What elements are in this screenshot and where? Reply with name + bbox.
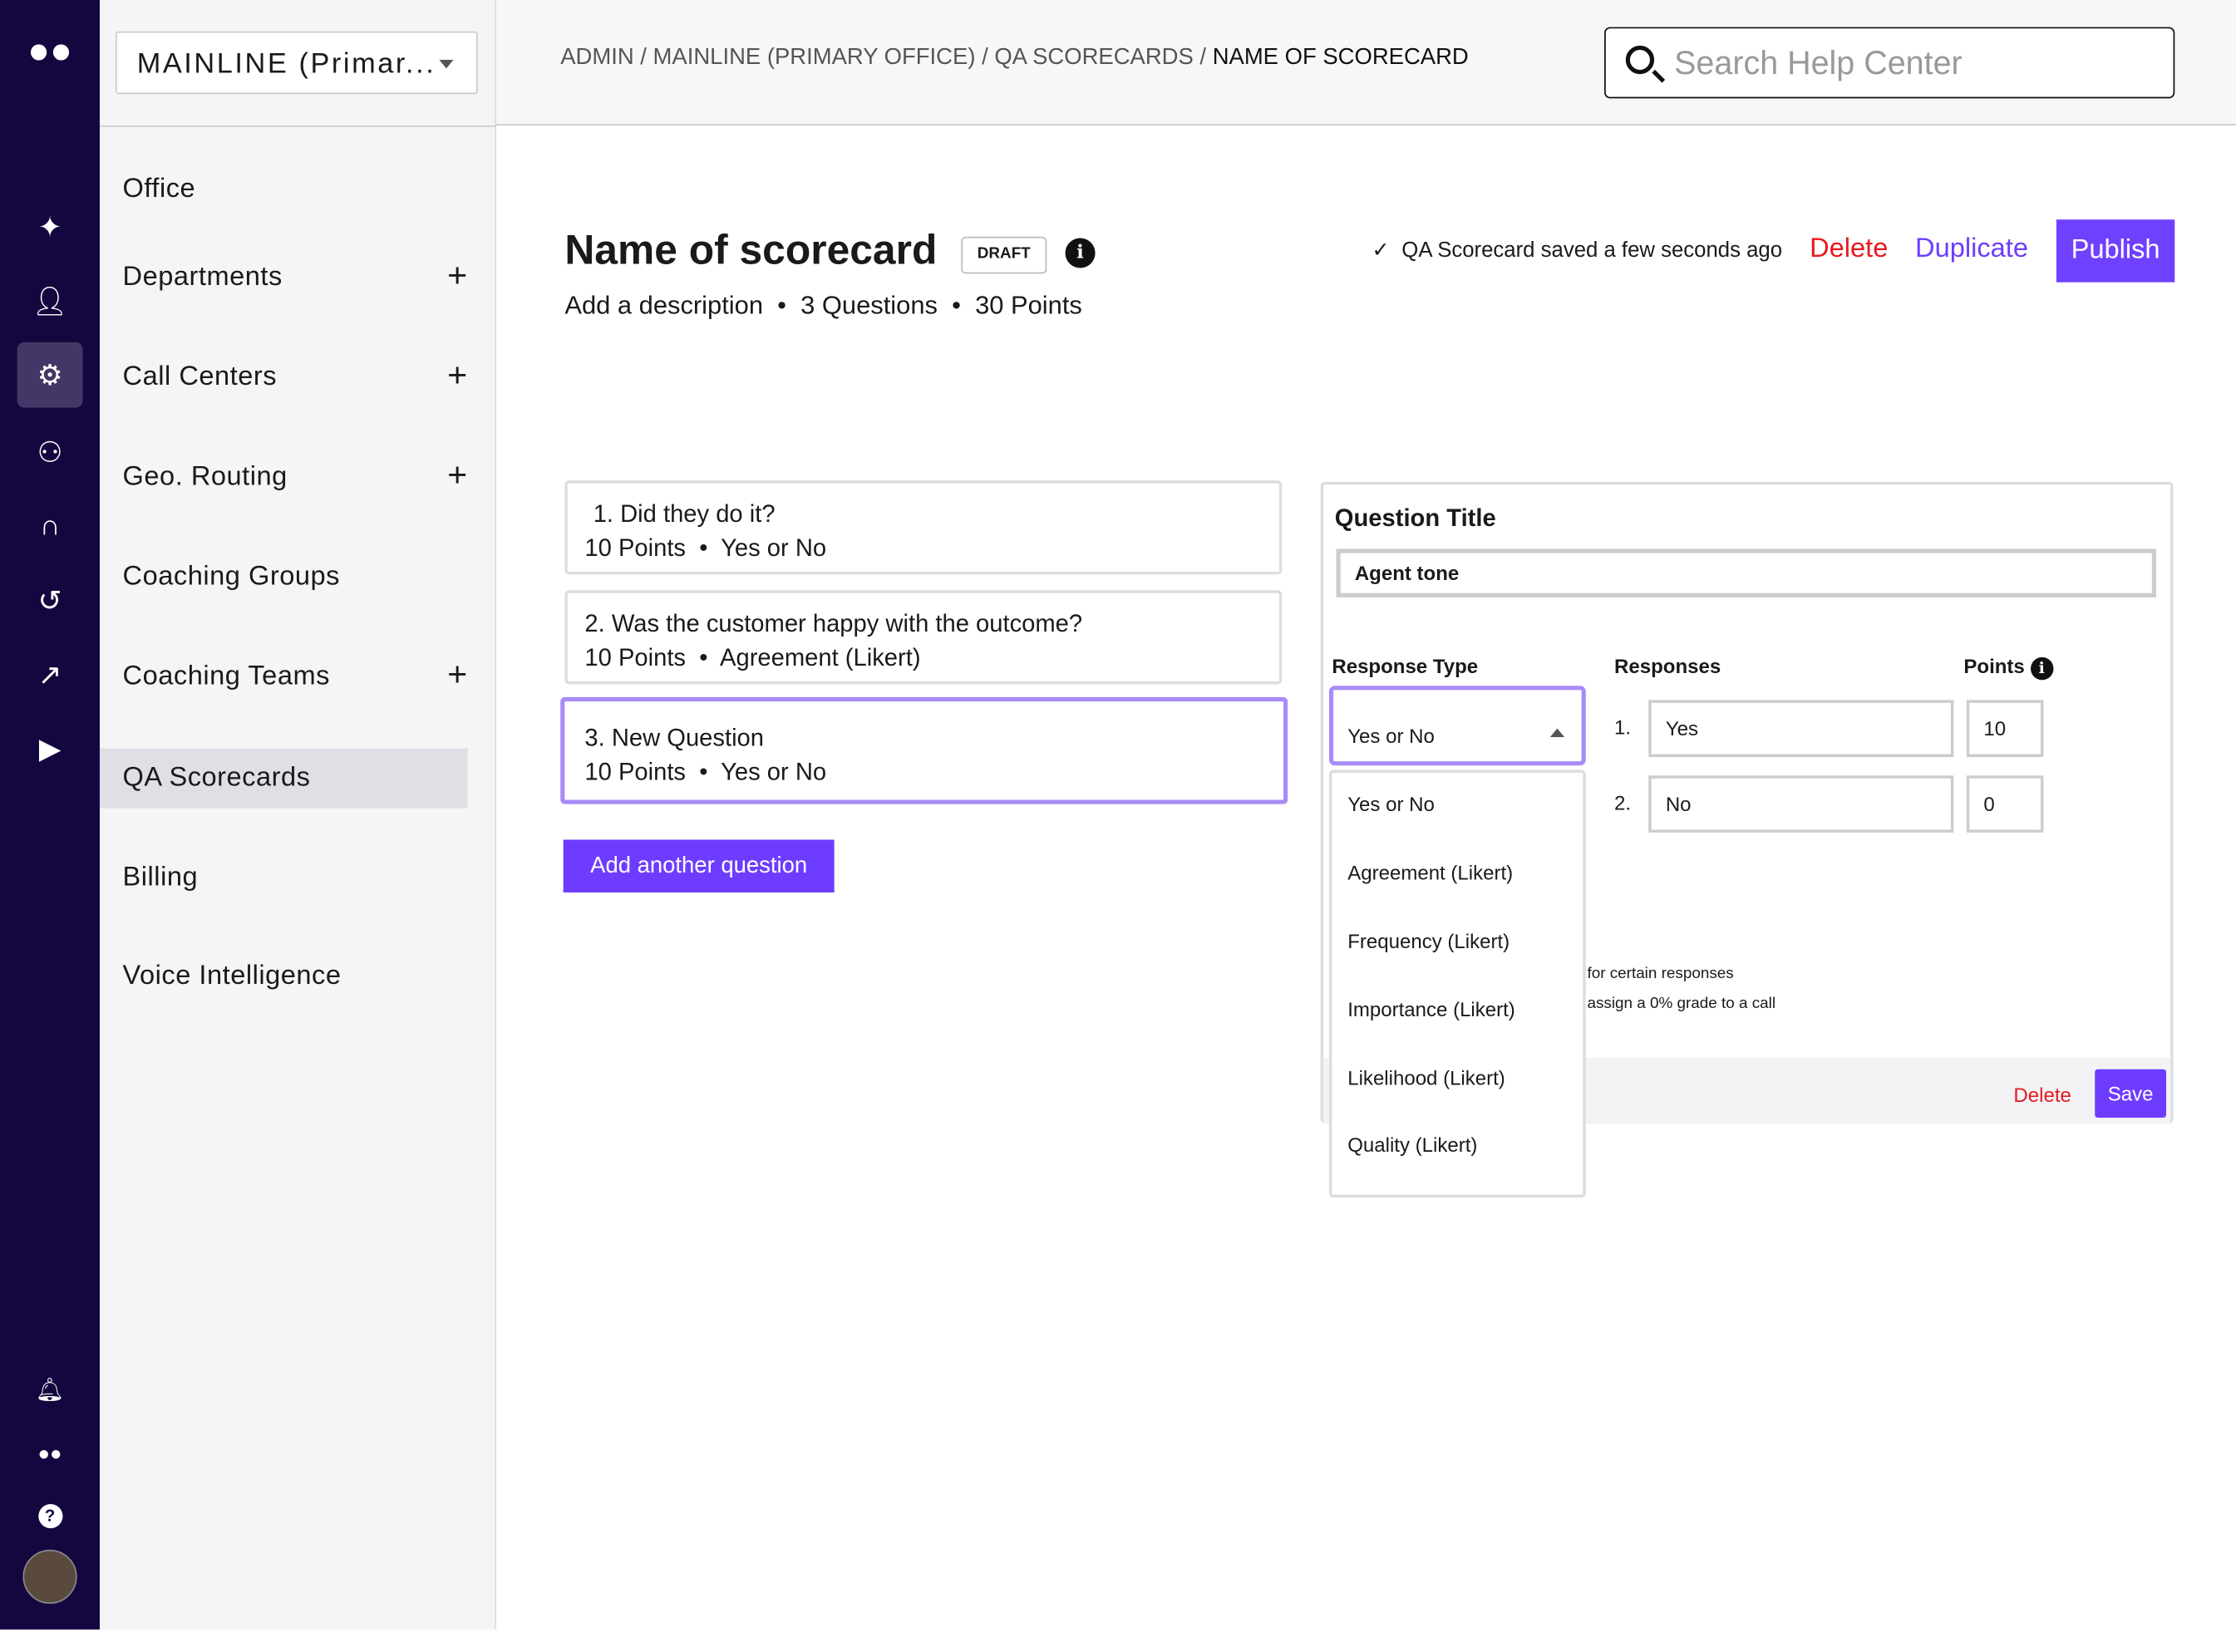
question-card[interactable]: 1. Did they do it?10 Points • Yes or No xyxy=(564,480,1282,574)
nav-label: Coaching Teams xyxy=(123,661,330,691)
nav-item-departments[interactable]: Departments + xyxy=(100,248,468,308)
nav-label: Voice Intelligence xyxy=(123,961,342,991)
breadcrumb-current: NAME OF SCORECARD xyxy=(1213,46,1469,70)
delete-question-button[interactable]: Delete xyxy=(2013,1084,2071,1106)
points-total: 30 Points xyxy=(975,291,1082,319)
save-button[interactable]: Save xyxy=(2095,1069,2166,1118)
info-icon[interactable]: i xyxy=(2030,657,2052,680)
nav-item-coaching-groups[interactable]: Coaching Groups xyxy=(100,548,468,607)
question-title: 1. Did they do it? xyxy=(584,498,1262,532)
history-icon[interactable]: ↺ xyxy=(17,568,83,633)
nav-label: Geo. Routing xyxy=(123,462,288,492)
avatar[interactable] xyxy=(17,1544,83,1610)
nav-item-billing[interactable]: Billing xyxy=(100,848,468,908)
logo-small-icon[interactable]: ●● xyxy=(17,1420,83,1486)
bell-icon[interactable]: 🔔︎ xyxy=(17,1357,83,1423)
breadcrumb-path[interactable]: ADMIN / MAINLINE (PRIMARY OFFICE) / QA S… xyxy=(560,46,1212,70)
responses-label: Responses xyxy=(1614,654,1721,676)
response-type-dropdown: Yes or No Agreement (Likert) Frequency (… xyxy=(1329,769,1586,1197)
hint-text: assign a 0% grade to a call xyxy=(1587,995,1776,1012)
nav-item-voice-intelligence[interactable]: Voice Intelligence xyxy=(100,946,468,1006)
icon-rail: ●● ✦ 👤︎ ⚙ ⚇ ∩ ↺ ↗ ▶ 🔔︎ ●● ? xyxy=(0,0,100,1630)
question-card-selected[interactable]: 3. New Question10 Points • Yes or No xyxy=(560,697,1288,804)
response-input[interactable]: Yes xyxy=(1648,700,1953,757)
sparkle-icon[interactable]: ✦ xyxy=(17,194,83,259)
chevron-down-icon xyxy=(439,60,453,76)
description-link[interactable]: Add a description xyxy=(564,291,763,319)
question-count: 3 Questions xyxy=(800,291,938,319)
save-status: ✓ QA Scorecard saved a few seconds ago xyxy=(1372,237,1782,263)
response-type-select[interactable]: Yes or No xyxy=(1329,686,1586,765)
scorecard-summary: Add a description • 3 Questions • 30 Poi… xyxy=(564,291,1081,321)
help-icon[interactable]: ? xyxy=(17,1482,83,1548)
nav-label: Coaching Groups xyxy=(123,562,340,592)
save-status-text: QA Scorecard saved a few seconds ago xyxy=(1401,238,1782,263)
plus-icon[interactable]: + xyxy=(447,456,468,496)
dropdown-option[interactable]: Importance (Likert) xyxy=(1347,998,1515,1020)
nav-label: Call Centers xyxy=(123,362,278,392)
points-input[interactable]: 0 xyxy=(1967,775,2044,833)
nav-item-office[interactable]: Office xyxy=(100,160,468,219)
top-header: ADMIN / MAINLINE (PRIMARY OFFICE) / QA S… xyxy=(496,0,2236,125)
search-placeholder: Search Help Center xyxy=(1674,44,1963,81)
team-icon[interactable]: ⚇ xyxy=(17,419,83,484)
location-select[interactable]: MAINLINE (Primar... xyxy=(116,32,478,94)
question-meta: 10 Points • Yes or No xyxy=(584,532,1262,566)
points-label: Points i xyxy=(1963,654,2053,680)
check-icon: ✓ xyxy=(1372,238,1390,263)
response-number: 1. xyxy=(1614,715,1631,738)
plus-icon[interactable]: + xyxy=(447,656,468,696)
response-type-label: Response Type xyxy=(1332,654,1478,676)
delete-scorecard-button[interactable]: Delete xyxy=(1810,234,1888,265)
publish-button[interactable]: Publish xyxy=(2056,219,2174,282)
nav-item-coaching-teams[interactable]: Coaching Teams + xyxy=(100,647,468,707)
response-number: 2. xyxy=(1614,791,1631,814)
hint-text: for certain responses xyxy=(1587,965,1733,982)
duplicate-button[interactable]: Duplicate xyxy=(1915,234,2028,265)
plus-icon[interactable]: + xyxy=(447,257,468,297)
question-title-label: Question Title xyxy=(1335,504,1496,533)
question-card[interactable]: 2. Was the customer happy with the outco… xyxy=(564,590,1282,684)
gear-icon[interactable]: ⚙ xyxy=(17,342,83,408)
search-icon xyxy=(1626,46,1654,74)
question-title: 3. New Question xyxy=(584,721,1263,755)
location-label: MAINLINE (Primar... xyxy=(137,48,436,80)
nav-label: Office xyxy=(123,174,196,204)
chevron-up-icon xyxy=(1550,729,1564,737)
video-settings-icon[interactable]: ▶ xyxy=(17,715,83,781)
breadcrumb[interactable]: ADMIN / MAINLINE (PRIMARY OFFICE) / QA S… xyxy=(560,46,1469,71)
dropdown-option[interactable]: Likelihood (Likert) xyxy=(1347,1066,1505,1089)
user-icon[interactable]: 👤︎ xyxy=(17,268,83,334)
points-input[interactable]: 10 xyxy=(1967,700,2044,757)
nav-item-qa-scorecards[interactable]: QA Scorecards xyxy=(100,749,468,809)
page-title[interactable]: Name of scorecard xyxy=(564,228,937,275)
question-meta: 10 Points • Yes or No xyxy=(584,755,1263,789)
headset-icon[interactable]: ∩ xyxy=(17,494,83,559)
nav-item-call-centers[interactable]: Call Centers + xyxy=(100,348,468,408)
response-input[interactable]: No xyxy=(1648,775,1953,833)
secondary-nav: MAINLINE (Primar... Office Departments+ … xyxy=(100,0,496,1630)
nav-label: Departments xyxy=(123,263,283,293)
add-question-button[interactable]: Add another question xyxy=(564,839,835,892)
dropdown-option[interactable]: Frequency (Likert) xyxy=(1347,930,1510,952)
question-meta: 10 Points • Agreement (Likert) xyxy=(584,642,1262,676)
status-badge: DRAFT xyxy=(961,237,1047,274)
dropdown-option[interactable]: Quality (Likert) xyxy=(1347,1133,1477,1156)
plus-icon[interactable]: + xyxy=(447,356,468,396)
question-title-input[interactable]: Agent tone xyxy=(1337,549,2156,597)
info-icon[interactable]: i xyxy=(1066,238,1096,268)
divider xyxy=(100,125,496,127)
trend-icon[interactable]: ↗ xyxy=(17,642,83,707)
nav-item-geo-routing[interactable]: Geo. Routing + xyxy=(100,448,468,508)
nav-label: Billing xyxy=(123,863,199,892)
dropdown-option[interactable]: Yes or No xyxy=(1347,793,1435,815)
dropdown-option[interactable]: Agreement (Likert) xyxy=(1347,861,1513,883)
search-input[interactable]: Search Help Center xyxy=(1604,27,2174,99)
logo-icon[interactable]: ●● xyxy=(17,17,83,83)
selected-value: Yes or No xyxy=(1347,725,1435,747)
question-title: 2. Was the customer happy with the outco… xyxy=(584,607,1262,642)
nav-label: QA Scorecards xyxy=(123,763,311,793)
